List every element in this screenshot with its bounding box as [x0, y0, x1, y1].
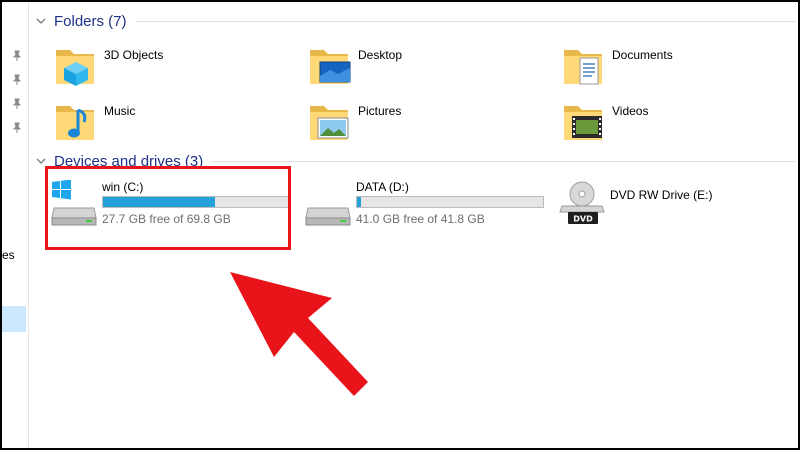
chevron-down-icon [36, 158, 46, 164]
folder-label: Documents [612, 48, 673, 62]
drive-name: DATA (D:) [356, 180, 409, 194]
folder-label: Videos [612, 104, 649, 118]
nav-item-partial-label[interactable]: es [2, 248, 15, 262]
drive-usage-bar [356, 196, 544, 208]
drive-free-space: 27.7 GB free of 69.8 GB [102, 212, 231, 226]
divider [211, 160, 796, 162]
folder-videos[interactable]: Videos [560, 98, 798, 148]
3d-objects-folder-icon [56, 50, 94, 86]
pin-icon[interactable] [11, 122, 23, 134]
folder-pictures[interactable]: Pictures [306, 98, 546, 148]
music-folder-icon [56, 106, 94, 140]
folder-music[interactable]: Music [52, 98, 292, 148]
divider [134, 20, 796, 22]
pin-icon[interactable] [11, 50, 23, 62]
folder-label: 3D Objects [104, 48, 164, 62]
drive-usage-fill [357, 197, 361, 207]
videos-folder-icon [564, 106, 602, 140]
drive-usage-fill [103, 197, 216, 207]
drive-name: win (C:) [102, 180, 144, 194]
content-area: Folders (7) 3D Objects Desktop Documents… [28, 2, 798, 448]
drive-c[interactable]: win (C:) 27.7 GB free of 69.8 GB [48, 180, 298, 240]
dvd-drive-icon: DVD [559, 181, 605, 224]
devices-section-header[interactable]: Devices and drives (3) [34, 150, 796, 172]
section-title: Devices and drives (3) [54, 152, 204, 170]
chevron-down-icon [36, 18, 46, 24]
navigation-pane: es [2, 2, 29, 448]
folder-label: Desktop [358, 48, 403, 62]
folders-section-header[interactable]: Folders (7) [34, 10, 796, 32]
desktop-folder-icon [310, 50, 351, 84]
documents-folder-icon [564, 50, 602, 85]
folder-desktop[interactable]: Desktop [306, 42, 546, 92]
hard-drive-icon [305, 207, 351, 226]
screenshot-frame: es Folders (7) 3D Objects Desktop Docume… [0, 0, 800, 450]
svg-text:DVD: DVD [573, 215, 593, 224]
pin-icon[interactable] [11, 98, 23, 110]
drive-name: DVD RW Drive (E:) [610, 188, 713, 202]
folder-label: Pictures [358, 104, 402, 118]
nav-item-selected[interactable] [2, 306, 26, 332]
pin-icon[interactable] [11, 74, 23, 86]
drive-usage-bar [102, 196, 290, 208]
drive-e[interactable]: DVD DVD RW Drive (E:) [556, 180, 798, 240]
pictures-folder-icon [310, 106, 349, 140]
file-explorer-window: es Folders (7) 3D Objects Desktop Docume… [2, 2, 798, 448]
folder-3d-objects[interactable]: 3D Objects [52, 42, 292, 92]
windows-drive-icon [51, 180, 97, 226]
drive-d[interactable]: DATA (D:) 41.0 GB free of 41.8 GB [302, 180, 552, 240]
folder-label: Music [104, 104, 136, 118]
section-title: Folders (7) [54, 12, 127, 30]
drive-free-space: 41.0 GB free of 41.8 GB [356, 212, 485, 226]
folder-documents[interactable]: Documents [560, 42, 798, 92]
